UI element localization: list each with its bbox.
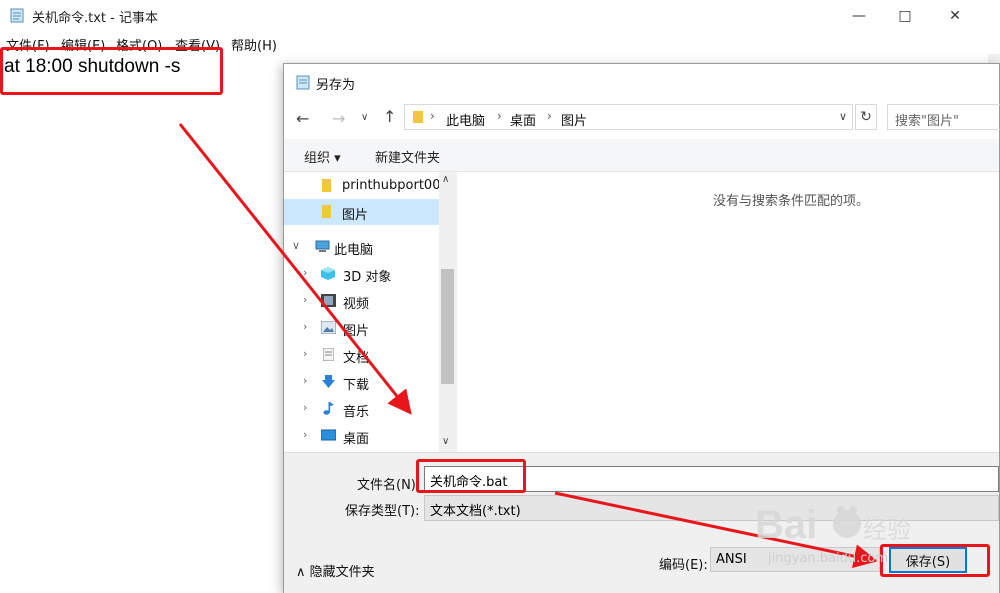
svg-text:经验: 经验: [863, 516, 911, 544]
svg-text:Bai: Bai: [755, 503, 817, 547]
watermark-url: jingyan.baidu.com: [768, 551, 888, 566]
arrow-to-filename: [178, 123, 412, 415]
